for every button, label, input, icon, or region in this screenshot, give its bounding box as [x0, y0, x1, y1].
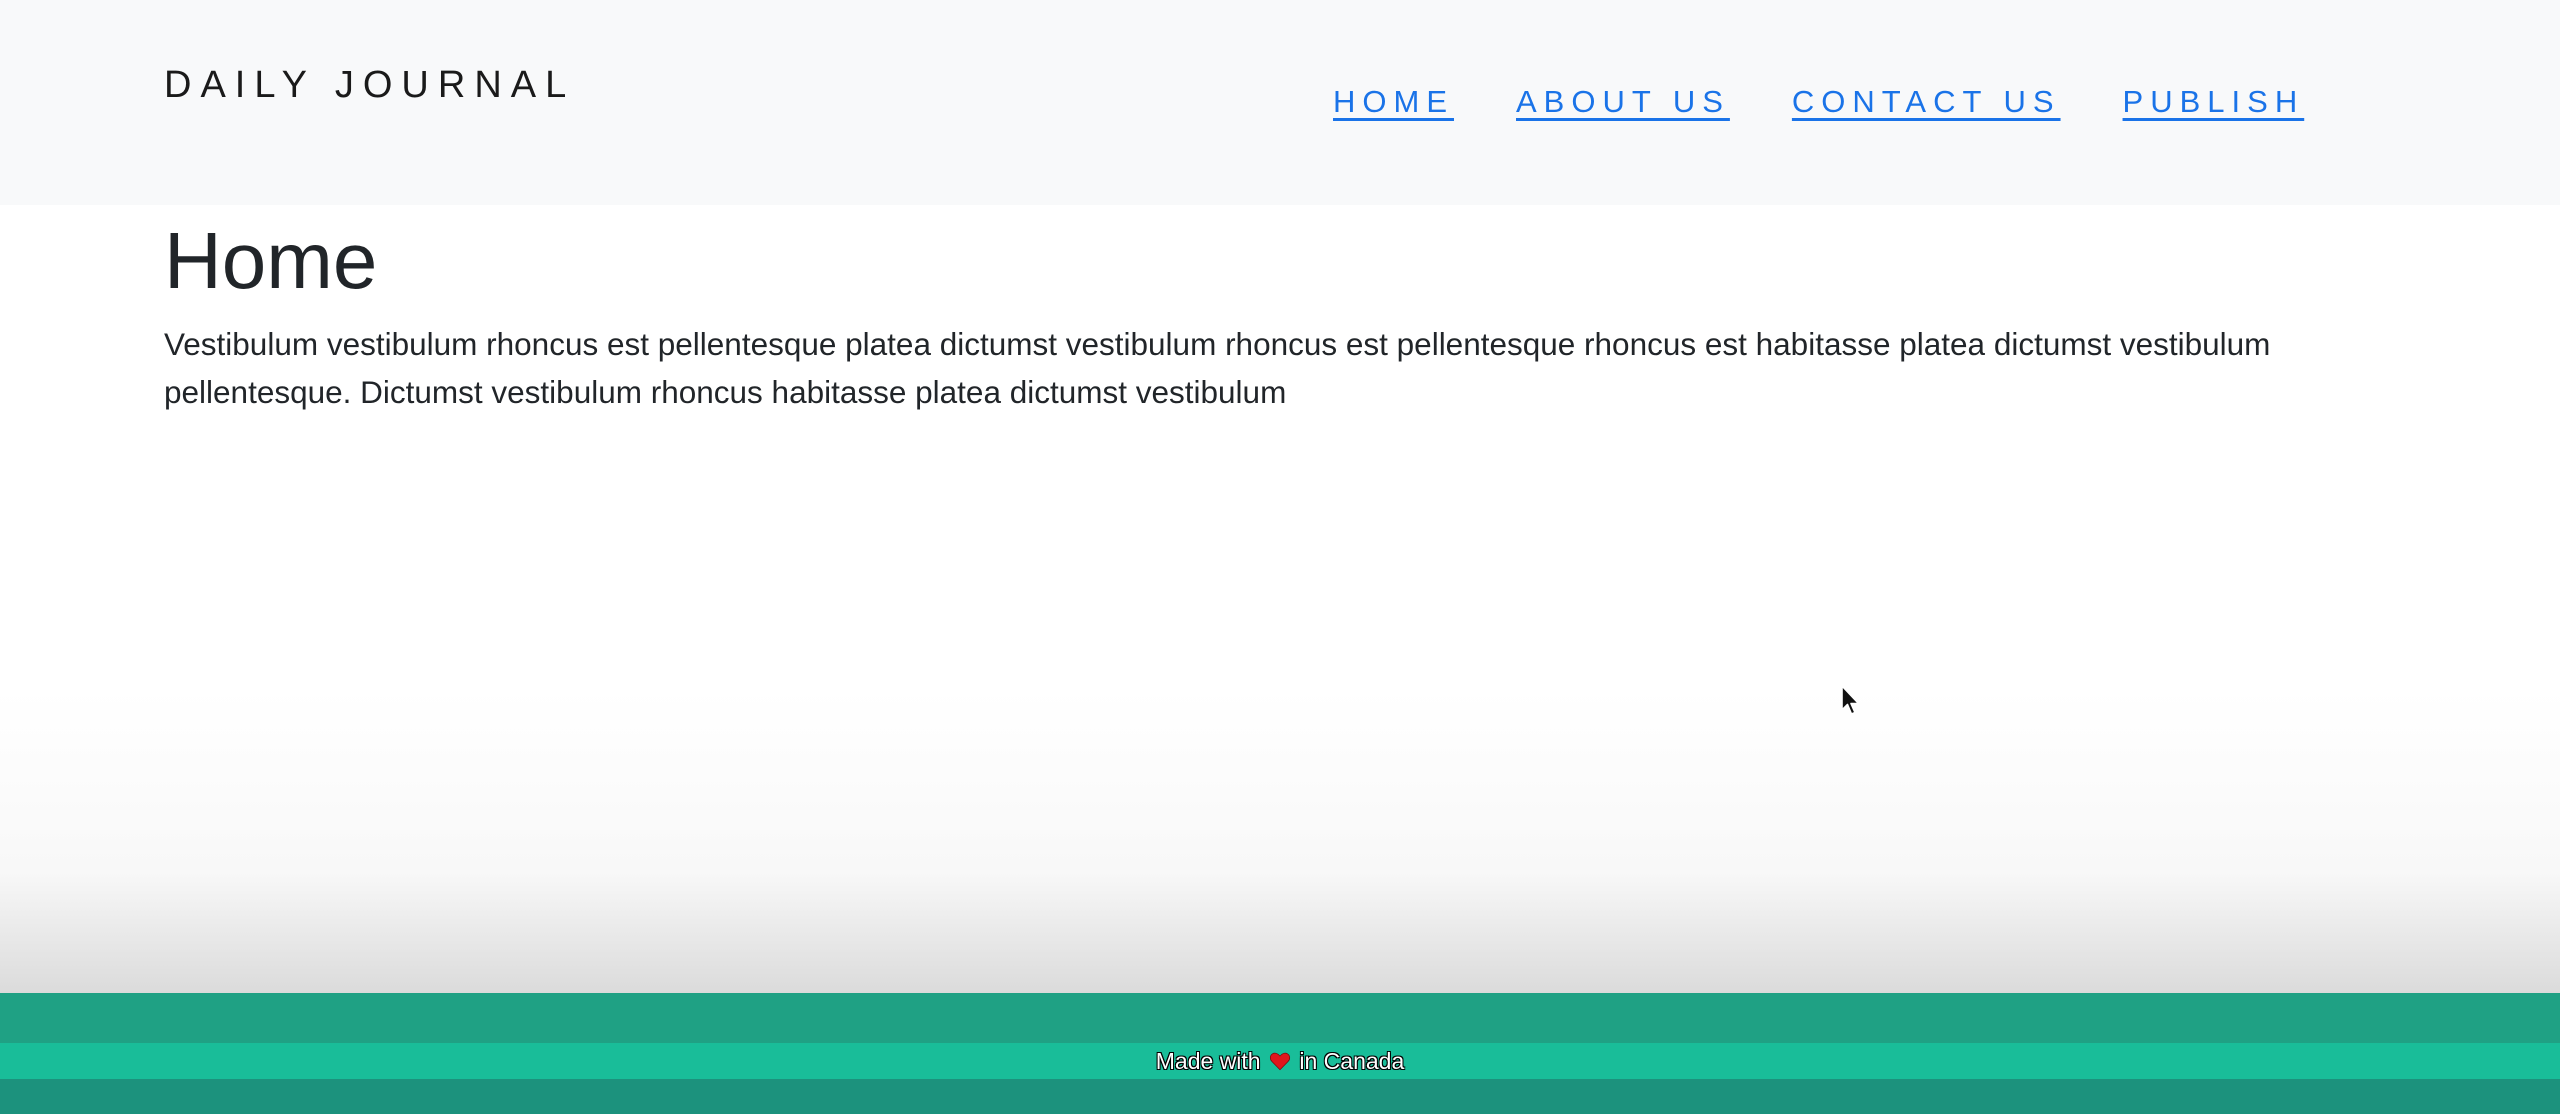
nav-link-contact-us[interactable]: CONTACT US [1792, 84, 2061, 120]
site-footer: Made with in Canada [0, 993, 2560, 1114]
footer-band-bottom [0, 1079, 2560, 1114]
heart-icon [1269, 1052, 1291, 1071]
footer-shadow-gradient [0, 690, 2560, 993]
site-brand[interactable]: DAILY JOURNAL [164, 64, 575, 107]
footer-text-before: Made with [1155, 1048, 1261, 1074]
nav-link-home[interactable]: HOME [1333, 84, 1454, 120]
footer-text: Made with in Canada [0, 1045, 2560, 1077]
site-header: DAILY JOURNAL HOME ABOUT US CONTACT US P… [0, 0, 2560, 205]
footer-band-top [0, 993, 2560, 1043]
main-nav: HOME ABOUT US CONTACT US PUBLISH [1333, 84, 2304, 120]
nav-link-about-us[interactable]: ABOUT US [1516, 84, 1730, 120]
footer-text-after: in Canada [1299, 1048, 1405, 1074]
mouse-cursor-icon [1841, 685, 1860, 715]
main-content: Home Vestibulum vestibulum rhoncus est p… [164, 205, 2374, 416]
nav-link-publish[interactable]: PUBLISH [2123, 84, 2305, 120]
page-title: Home [164, 216, 378, 305]
page-body-text: Vestibulum vestibulum rhoncus est pellen… [164, 326, 2271, 410]
